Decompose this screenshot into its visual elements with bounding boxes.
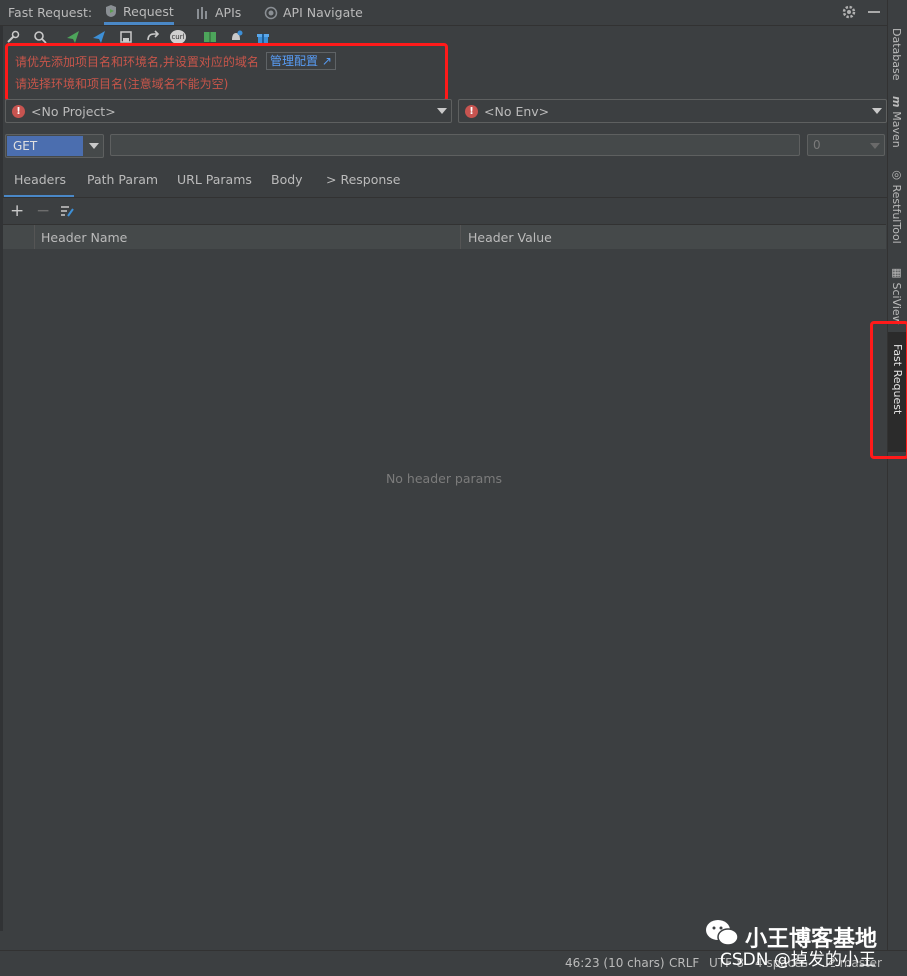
- left-gutter: [0, 26, 3, 931]
- send-debug-icon[interactable]: [92, 30, 106, 44]
- maven-icon: m: [890, 96, 903, 112]
- env-select-value: <No Env>: [484, 103, 550, 119]
- remove-row-button[interactable]: −: [36, 201, 50, 221]
- project-select[interactable]: ! <No Project>: [5, 99, 452, 123]
- error-icon: !: [12, 104, 25, 118]
- tool-window-title: Fast Request:: [8, 5, 93, 20]
- method-value: GET: [7, 136, 83, 156]
- stripe-label: RestfulTool: [890, 184, 903, 244]
- stripe-database[interactable]: Database: [890, 28, 903, 81]
- headers-table-body: No header params: [2, 249, 886, 929]
- chevron-down-icon: [872, 108, 882, 114]
- curl-icon[interactable]: curl: [170, 30, 186, 44]
- tab-api-navigate[interactable]: API Navigate: [264, 0, 363, 25]
- save-icon[interactable]: [119, 30, 133, 44]
- right-tool-stripe: Database m Maven ◎ RestfulTool ▦ SciView: [887, 0, 907, 950]
- apis-icon: [197, 6, 207, 19]
- chevron-down-icon: [870, 143, 880, 149]
- send-icon[interactable]: [66, 30, 80, 44]
- empty-state-text: No header params: [385, 471, 503, 486]
- stripe-maven[interactable]: m Maven: [890, 96, 903, 148]
- tab-label: > Response: [326, 172, 401, 187]
- tab-label: Body: [271, 172, 303, 187]
- tab-apis[interactable]: APIs: [196, 0, 241, 25]
- tab-request[interactable]: Request: [104, 0, 174, 25]
- tab-label: Headers: [14, 172, 67, 187]
- globe-icon: ◎: [890, 168, 903, 185]
- navigate-icon: [264, 6, 278, 19]
- stripe-label: SciView: [890, 282, 903, 325]
- column-separator[interactable]: [460, 225, 461, 249]
- chevron-down-icon: [437, 108, 447, 114]
- column-checkbox[interactable]: [2, 225, 35, 249]
- wechat-icon: [706, 920, 739, 946]
- tab-label: Path Param: [87, 172, 159, 187]
- add-row-button[interactable]: +: [10, 201, 24, 221]
- notify-icon[interactable]: [229, 30, 243, 44]
- url-input[interactable]: [110, 134, 800, 156]
- stripe-label: Maven: [890, 111, 903, 148]
- method-select[interactable]: GET: [5, 134, 104, 158]
- bulk-edit-icon[interactable]: [60, 204, 74, 218]
- annotation-highlight-box: [870, 321, 907, 459]
- chevron-down-icon: [89, 143, 99, 149]
- tool-window-header: Fast Request: Request APIs API Navigate: [0, 0, 887, 26]
- request-icon: [106, 5, 116, 17]
- tab-label: URL Params: [177, 172, 252, 187]
- tabs-divider: [0, 197, 887, 198]
- redo-icon[interactable]: [145, 30, 159, 44]
- env-select[interactable]: ! <No Env>: [458, 99, 887, 123]
- stripe-restfultool[interactable]: ◎ RestfulTool: [890, 168, 903, 244]
- caret-position[interactable]: 46:23 (10 chars): [565, 956, 665, 970]
- tab-label: API Navigate: [283, 5, 363, 20]
- search-icon[interactable]: [33, 30, 47, 44]
- error-icon: !: [465, 104, 478, 118]
- annotation-highlight-box: [5, 43, 448, 102]
- column-header-name[interactable]: Header Name: [41, 230, 127, 245]
- tab-label: APIs: [215, 5, 242, 20]
- stripe-sciview[interactable]: ▦ SciView: [890, 266, 903, 325]
- tab-label: Request: [123, 3, 174, 19]
- timeout-select[interactable]: 0: [807, 134, 885, 156]
- tab-url-params[interactable]: URL Params: [177, 172, 252, 195]
- wrench-icon[interactable]: [6, 30, 20, 44]
- column-header-value[interactable]: Header Value: [468, 230, 552, 245]
- gift-icon[interactable]: [256, 30, 270, 44]
- minimize-icon[interactable]: [868, 11, 880, 13]
- line-separator[interactable]: CRLF: [669, 956, 699, 970]
- tab-response[interactable]: > Response: [326, 172, 400, 195]
- grid-icon: ▦: [890, 266, 903, 283]
- tab-body[interactable]: Body: [271, 172, 303, 195]
- tab-headers[interactable]: Headers: [4, 172, 74, 198]
- gear-icon[interactable]: [841, 4, 857, 20]
- watermark-author: CSDN @掉发的小王: [720, 950, 876, 970]
- headers-table-header: Header Name Header Value: [2, 224, 886, 250]
- doc-icon[interactable]: [203, 30, 217, 44]
- timeout-value: 0: [813, 138, 821, 152]
- tab-path-param[interactable]: Path Param: [87, 172, 158, 195]
- project-select-value: <No Project>: [31, 103, 116, 119]
